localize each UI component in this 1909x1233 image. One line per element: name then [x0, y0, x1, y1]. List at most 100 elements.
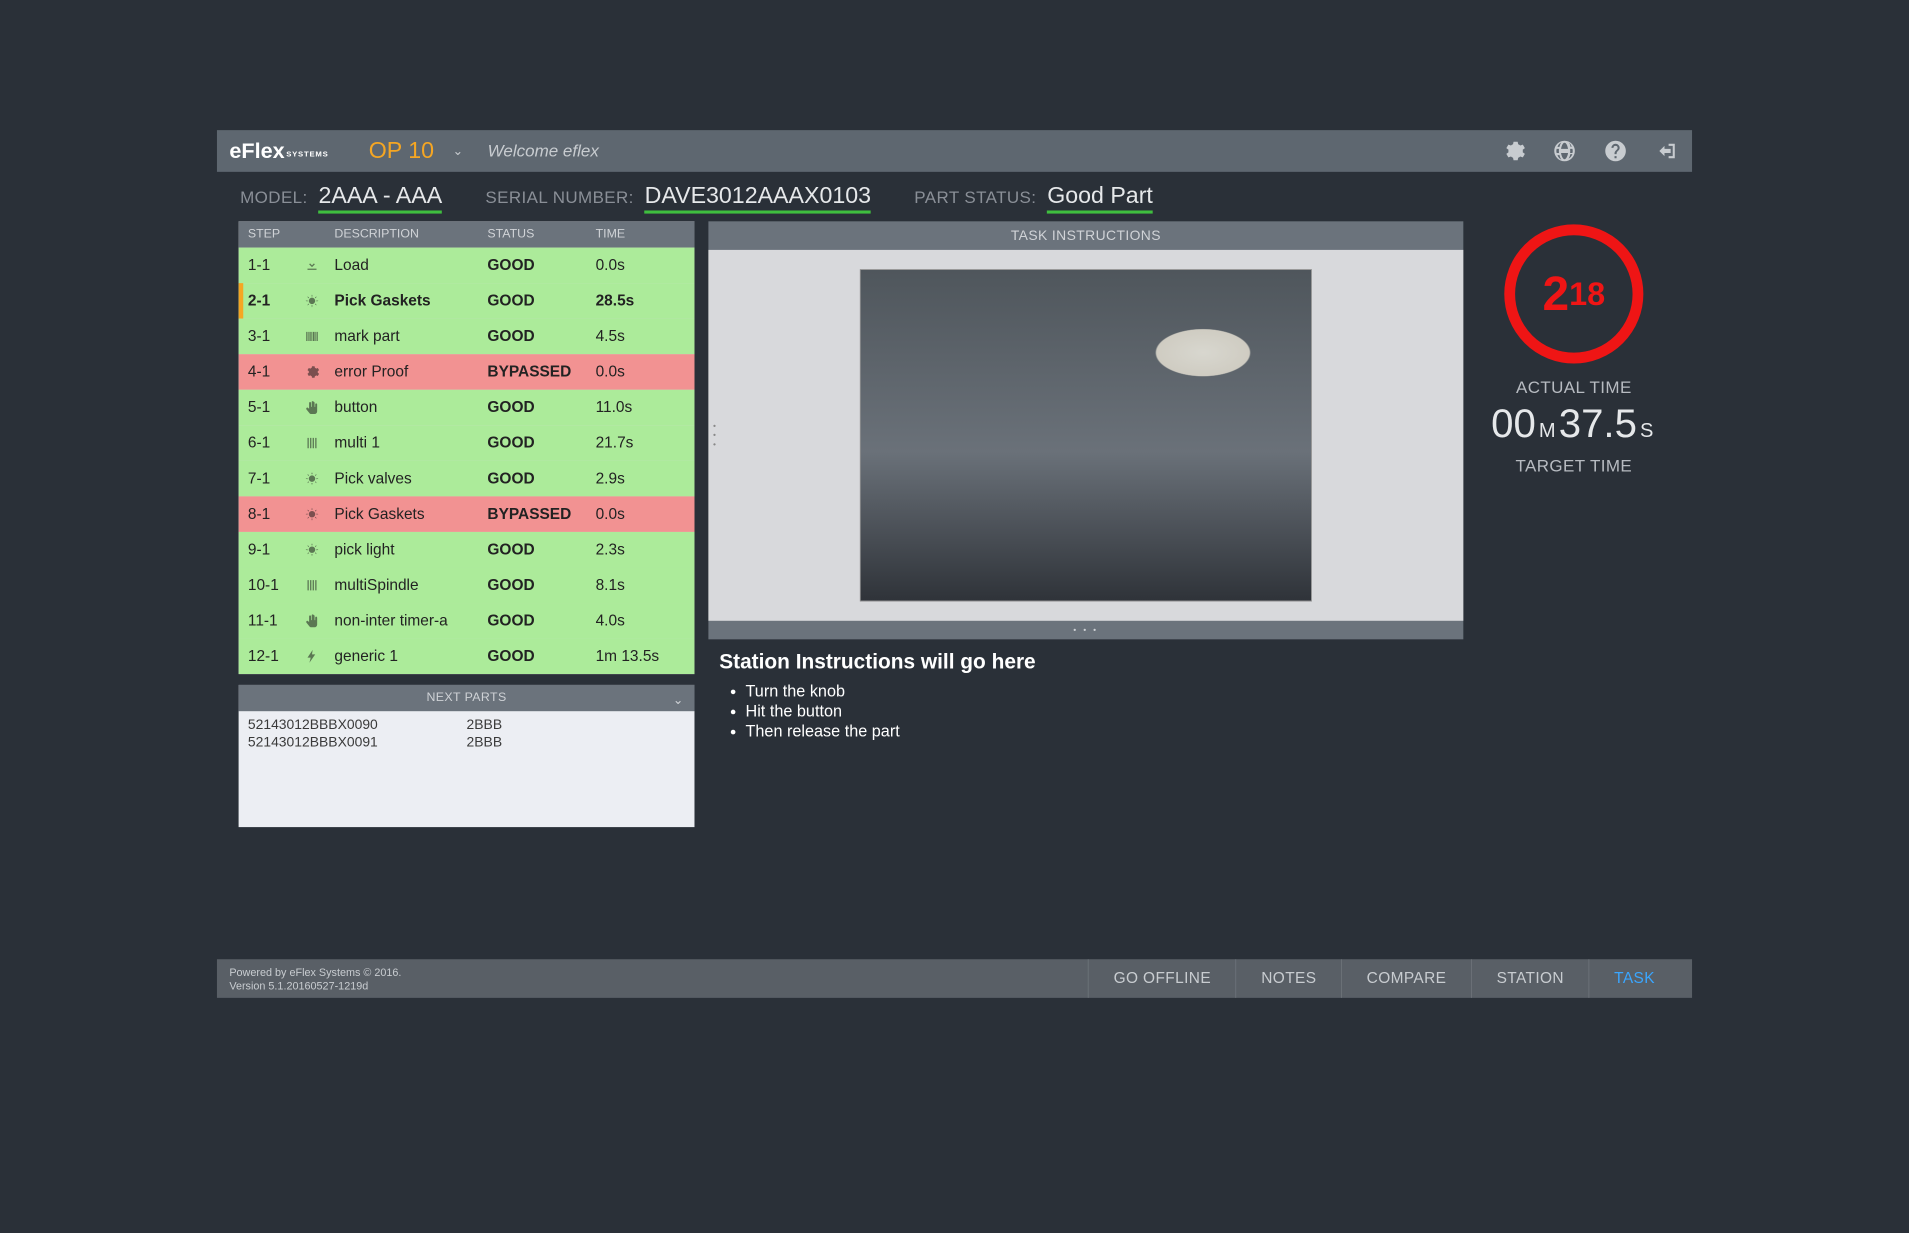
step-time: 4.0s	[596, 612, 686, 630]
step-row[interactable]: 3-1mark partGOOD4.5s	[239, 319, 695, 355]
step-row[interactable]: 12-1 generic 1GOOD1m 13.5s	[239, 639, 695, 675]
drag-handle-horizontal-icon[interactable]: • • •	[708, 621, 1463, 640]
footer-station-button[interactable]: STATION	[1471, 959, 1589, 998]
logo-systems: SYSTEMS	[286, 150, 328, 158]
step-status: BYPASSED	[487, 505, 595, 523]
serial-label: SERIAL NUMBER:	[485, 187, 633, 207]
footer-powered: Powered by eFlex Systems © 2016.	[229, 966, 401, 978]
step-time: 21.7s	[596, 434, 686, 452]
step-id: 11-1	[248, 612, 304, 630]
next-part-serial: 52143012BBBX0090	[248, 717, 467, 733]
step-id: 10-1	[248, 576, 304, 594]
step-id: 6-1	[248, 434, 304, 452]
next-part-row[interactable]: 52143012BBBX00902BBB	[248, 716, 685, 734]
logo-e: e	[229, 139, 241, 164]
globe-icon[interactable]	[1551, 138, 1577, 164]
col-status: STATUS	[487, 227, 595, 241]
step-row[interactable]: 1-1 LoadGOOD0.0s	[239, 248, 695, 284]
next-parts-header[interactable]: NEXT PARTS ⌄	[239, 685, 695, 711]
sun-icon	[304, 506, 321, 523]
operation-dropdown[interactable]: ⌄	[453, 143, 463, 158]
step-description: Load	[334, 256, 487, 274]
next-parts-title: NEXT PARTS	[426, 691, 506, 704]
task-instructions-panel: TASK INSTRUCTIONS ••• • • •	[708, 221, 1463, 639]
step-description: Pick Gaskets	[334, 505, 487, 523]
sun-icon	[304, 541, 321, 558]
model-value: 2AAA - AAA	[318, 183, 442, 214]
step-time: 8.1s	[596, 576, 686, 594]
step-time: 1m 13.5s	[596, 647, 686, 665]
instructions-heading: Station Instructions will go here	[719, 650, 1452, 674]
next-part-row[interactable]: 52143012BBBX00912BBB	[248, 734, 685, 752]
next-part-model: 2BBB	[467, 717, 686, 733]
step-row[interactable]: 8-1Pick GasketsBYPASSED0.0s	[239, 496, 695, 532]
step-status: GOOD	[487, 576, 595, 594]
footer-version: Version 5.1.20160527-1219d	[229, 979, 401, 991]
barcode-icon	[304, 328, 321, 345]
step-time: 0.0s	[596, 363, 686, 381]
step-description: generic 1	[334, 647, 487, 665]
step-row[interactable]: 7-1Pick valvesGOOD2.9s	[239, 461, 695, 497]
step-row[interactable]: 5-1buttonGOOD11.0s	[239, 390, 695, 426]
step-time: 28.5s	[596, 292, 686, 310]
step-description: multiSpindle	[334, 576, 487, 594]
target-time-label: TARGET TIME	[1515, 456, 1632, 476]
step-description: error Proof	[334, 363, 487, 381]
instruction-bullet: Turn the knob	[745, 682, 1452, 702]
step-status: GOOD	[487, 328, 595, 346]
instruction-bullet: Then release the part	[745, 722, 1452, 742]
timer-panel: 2 18 ACTUAL TIME 00 M 37.5 S TARGET TIME	[1477, 221, 1670, 959]
step-id: 12-1	[248, 647, 304, 665]
step-status: GOOD	[487, 434, 595, 452]
step-time: 0.0s	[596, 256, 686, 274]
step-status: BYPASSED	[487, 363, 595, 381]
footer-task-button[interactable]: TASK	[1589, 959, 1680, 998]
step-time: 4.5s	[596, 328, 686, 346]
instruction-bullet: Hit the button	[745, 702, 1452, 722]
step-description: Pick valves	[334, 470, 487, 488]
sun-icon	[304, 470, 321, 487]
timer-ring-major: 2	[1542, 267, 1569, 322]
step-status: GOOD	[487, 292, 595, 310]
task-image	[860, 269, 1312, 601]
help-icon[interactable]	[1602, 138, 1628, 164]
hand-icon	[304, 399, 321, 416]
model-label: MODEL:	[240, 187, 308, 207]
step-id: 8-1	[248, 505, 304, 523]
settings-icon[interactable]	[1500, 138, 1526, 164]
steps-table: STEP DESCRIPTION STATUS TIME 1-1LoadGOOD…	[239, 221, 695, 674]
logo-flex: Flex	[241, 139, 284, 164]
col-step: STEP	[248, 227, 304, 241]
drag-handle-vertical-icon[interactable]: •••	[708, 421, 716, 449]
actual-time-label: ACTUAL TIME	[1516, 377, 1632, 397]
step-time: 2.9s	[596, 470, 686, 488]
step-description: pick light	[334, 541, 487, 559]
footer-go-offline-button[interactable]: GO OFFLINE	[1088, 959, 1236, 998]
footer-compare-button[interactable]: COMPARE	[1341, 959, 1471, 998]
step-id: 1-1	[248, 256, 304, 274]
step-description: mark part	[334, 328, 487, 346]
step-time: 2.3s	[596, 541, 686, 559]
logout-icon[interactable]	[1653, 138, 1679, 164]
step-row[interactable]: 6-1multi 1GOOD21.7s	[239, 425, 695, 461]
bolt-icon	[304, 648, 321, 665]
footer-notes-button[interactable]: NOTES	[1236, 959, 1341, 998]
step-status: GOOD	[487, 256, 595, 274]
top-bar: e Flex SYSTEMS OP 10 ⌄ Welcome eflex	[217, 130, 1692, 172]
serial-value: DAVE3012AAAX0103	[645, 183, 871, 214]
step-id: 7-1	[248, 470, 304, 488]
bars-icon	[304, 435, 321, 452]
step-description: non-inter timer-a	[334, 612, 487, 630]
step-row[interactable]: 9-1pick lightGOOD2.3s	[239, 532, 695, 568]
gear-icon	[304, 363, 321, 380]
step-row[interactable]: 4-1error ProofBYPASSED0.0s	[239, 354, 695, 390]
step-row[interactable]: 11-1non-inter timer-aGOOD4.0s	[239, 603, 695, 639]
step-row[interactable]: 2-1Pick GasketsGOOD28.5s	[239, 283, 695, 319]
logo: e Flex SYSTEMS	[229, 139, 328, 164]
part-info-row: MODEL: 2AAA - AAA SERIAL NUMBER: DAVE301…	[217, 172, 1692, 221]
step-row[interactable]: 10-1 multiSpindleGOOD8.1s	[239, 567, 695, 603]
step-status: GOOD	[487, 647, 595, 665]
step-status: GOOD	[487, 399, 595, 417]
station-instructions: Station Instructions will go here Turn t…	[708, 639, 1463, 742]
actual-time-value: 00 M 37.5 S	[1491, 401, 1656, 447]
